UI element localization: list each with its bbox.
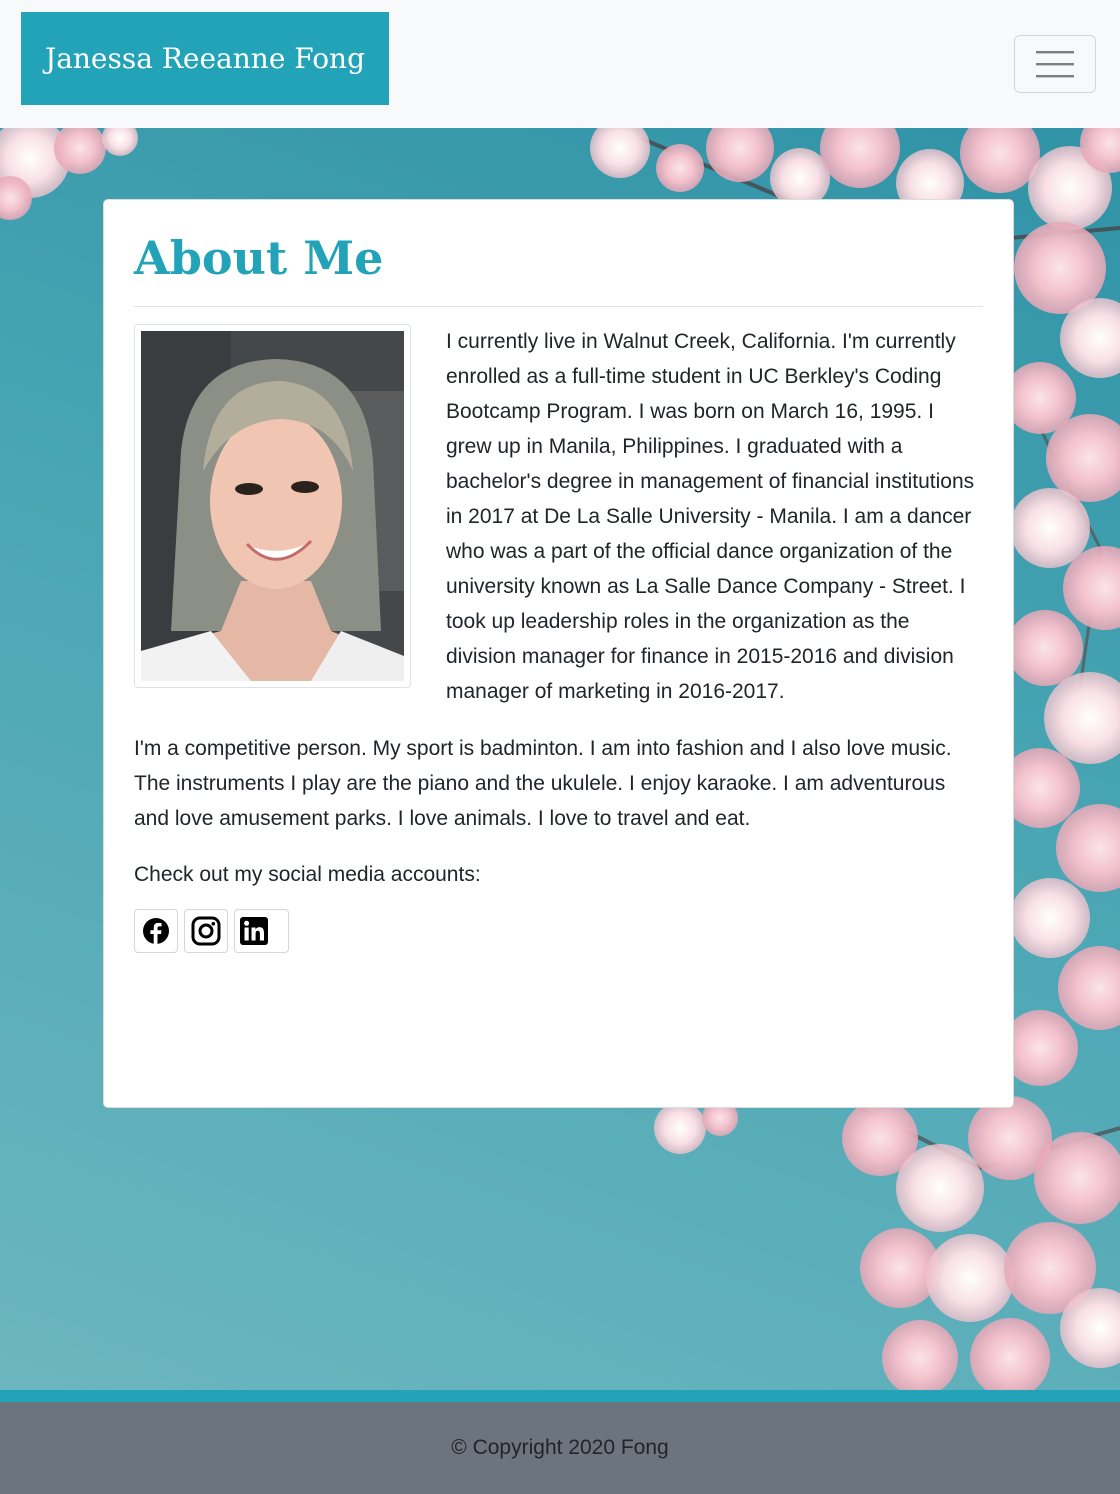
facebook-link[interactable]	[134, 909, 178, 953]
portrait-illustration	[141, 331, 404, 681]
bio-section: I currently live in Walnut Creek, Califo…	[134, 324, 983, 953]
instagram-icon	[191, 916, 221, 946]
social-links	[134, 909, 983, 953]
instagram-link[interactable]	[184, 909, 228, 953]
page-title: About Me	[134, 231, 384, 285]
bio-paragraph-2: I'm a competitive person. My sport is ba…	[134, 737, 952, 830]
navbar: Janessa Reeanne Fong	[0, 0, 1120, 128]
divider	[134, 306, 983, 307]
brand-link[interactable]: Janessa Reeanne Fong	[21, 12, 389, 105]
profile-photo	[134, 324, 411, 688]
footer-accent-line	[0, 1390, 1120, 1402]
profile-photo-image	[141, 331, 404, 681]
linkedin-link[interactable]	[234, 909, 289, 953]
social-label: Check out my social media accounts:	[134, 863, 481, 886]
about-card: About Me I currently live in Walnut Cree…	[103, 199, 1014, 1108]
footer: © Copyright 2020 Fong	[0, 1402, 1120, 1494]
navbar-toggler-button[interactable]	[1014, 35, 1096, 93]
hamburger-icon	[1036, 51, 1074, 78]
facebook-icon	[143, 918, 169, 944]
copyright-text: © Copyright 2020 Fong	[451, 1436, 669, 1459]
linkedin-icon	[240, 917, 268, 945]
